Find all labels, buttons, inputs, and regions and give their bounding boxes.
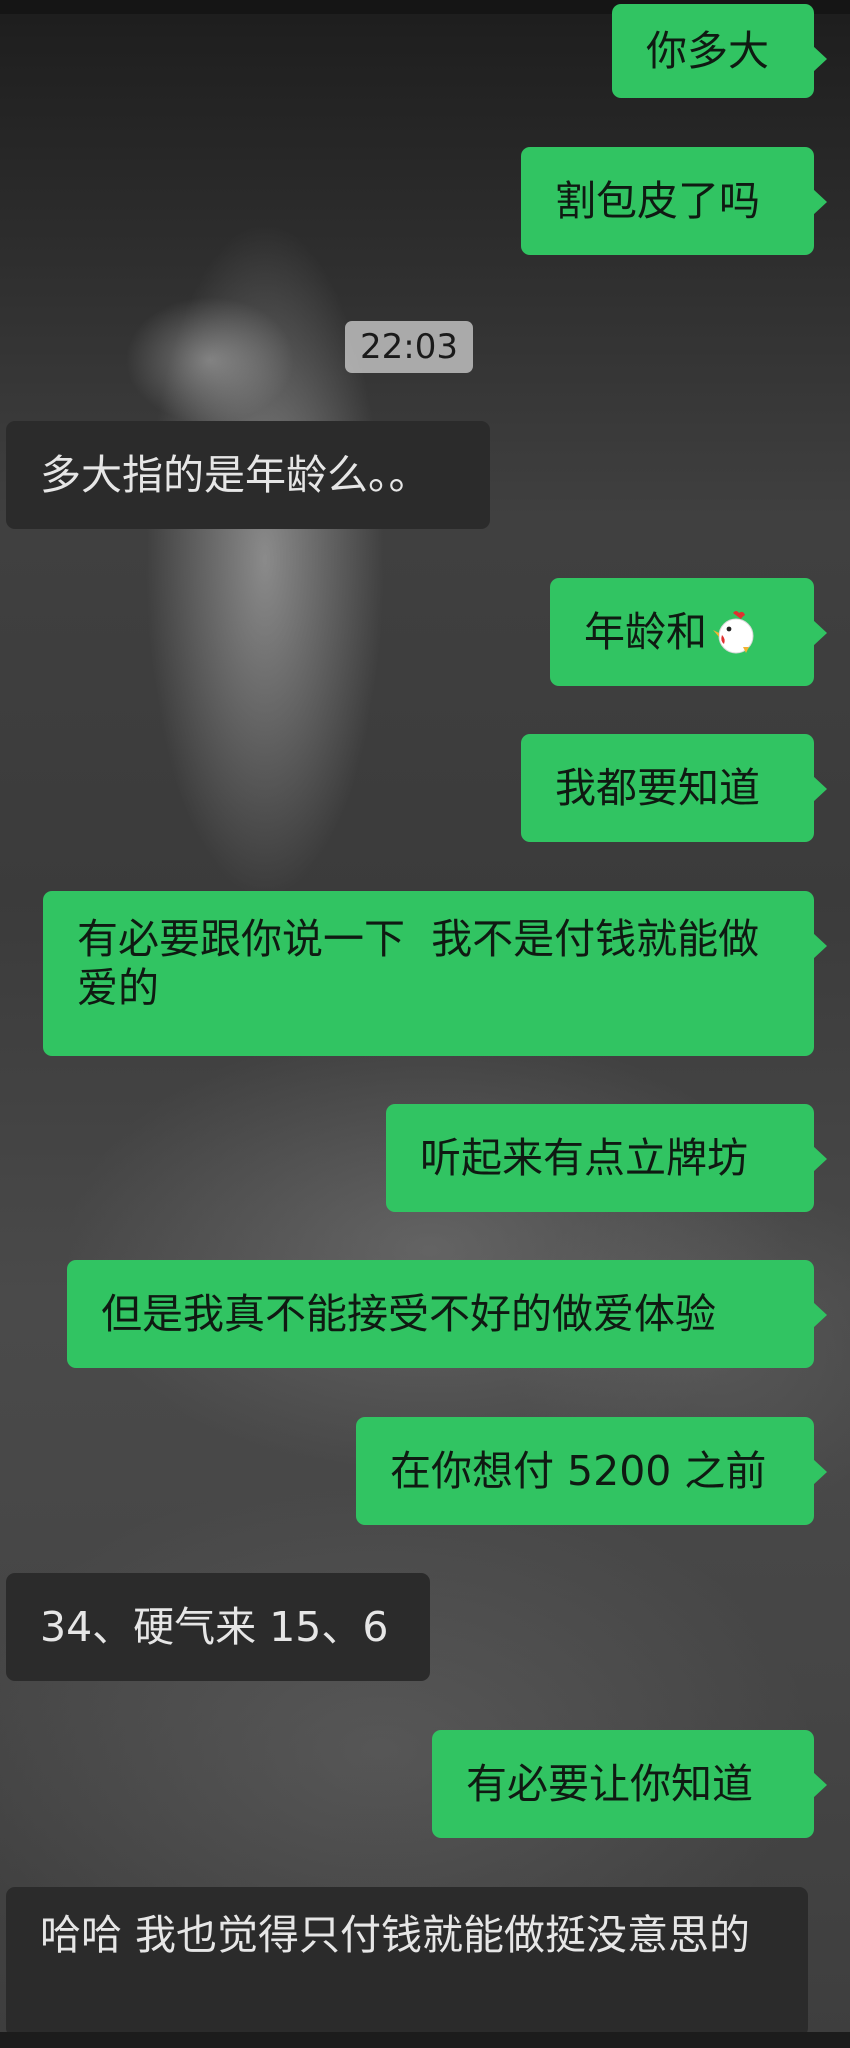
chicken-emoji-icon (713, 609, 759, 655)
message-text: 听起来有点立牌坊 (420, 1133, 748, 1182)
message-bubble-outgoing[interactable]: 年龄和 (550, 578, 827, 686)
message-text: 你多大 (646, 26, 769, 75)
message-bubble-incoming[interactable]: 多大指的是年龄么。。 (6, 421, 490, 529)
message-text: 但是我真不能接受不好的做爱体验 (101, 1289, 716, 1338)
message-text: 年龄和 (584, 607, 707, 656)
message-bubble-incoming[interactable]: 34、硬气来 15、6 (6, 1573, 430, 1681)
message-timestamp: 22:03 (345, 321, 473, 373)
message-bubble-outgoing[interactable]: 在你想付 5200 之前 (356, 1417, 827, 1525)
message-text: 34、硬气来 15、6 (40, 1602, 389, 1651)
message-text: 在你想付 5200 之前 (390, 1446, 767, 1495)
message-bubble-outgoing[interactable]: 有必要跟你说一下 我不是付钱就能做爱的 (43, 891, 827, 1056)
message-bubble-outgoing[interactable]: 割包皮了吗 (521, 147, 827, 255)
bottom-edge-bar (0, 2032, 850, 2048)
message-bubble-outgoing[interactable]: 但是我真不能接受不好的做爱体验 (67, 1260, 827, 1368)
message-text: 哈哈 我也觉得只付钱就能做挺没意思的 (40, 1911, 751, 1959)
message-text: 割包皮了吗 (555, 176, 760, 225)
message-bubble-outgoing[interactable]: 听起来有点立牌坊 (386, 1104, 827, 1212)
message-text: 多大指的是年龄么。。 (40, 450, 430, 499)
message-bubble-outgoing[interactable]: 有必要让你知道 (432, 1730, 827, 1838)
message-text: 我都要知道 (555, 763, 760, 812)
message-text: 有必要跟你说一下 我不是付钱就能做爱的 (77, 915, 760, 1012)
message-bubble-outgoing[interactable]: 你多大 (612, 4, 827, 98)
message-text: 有必要让你知道 (466, 1759, 753, 1808)
message-bubble-outgoing[interactable]: 我都要知道 (521, 734, 827, 842)
message-bubble-incoming[interactable]: 哈哈 我也觉得只付钱就能做挺没意思的 (6, 1887, 808, 2037)
